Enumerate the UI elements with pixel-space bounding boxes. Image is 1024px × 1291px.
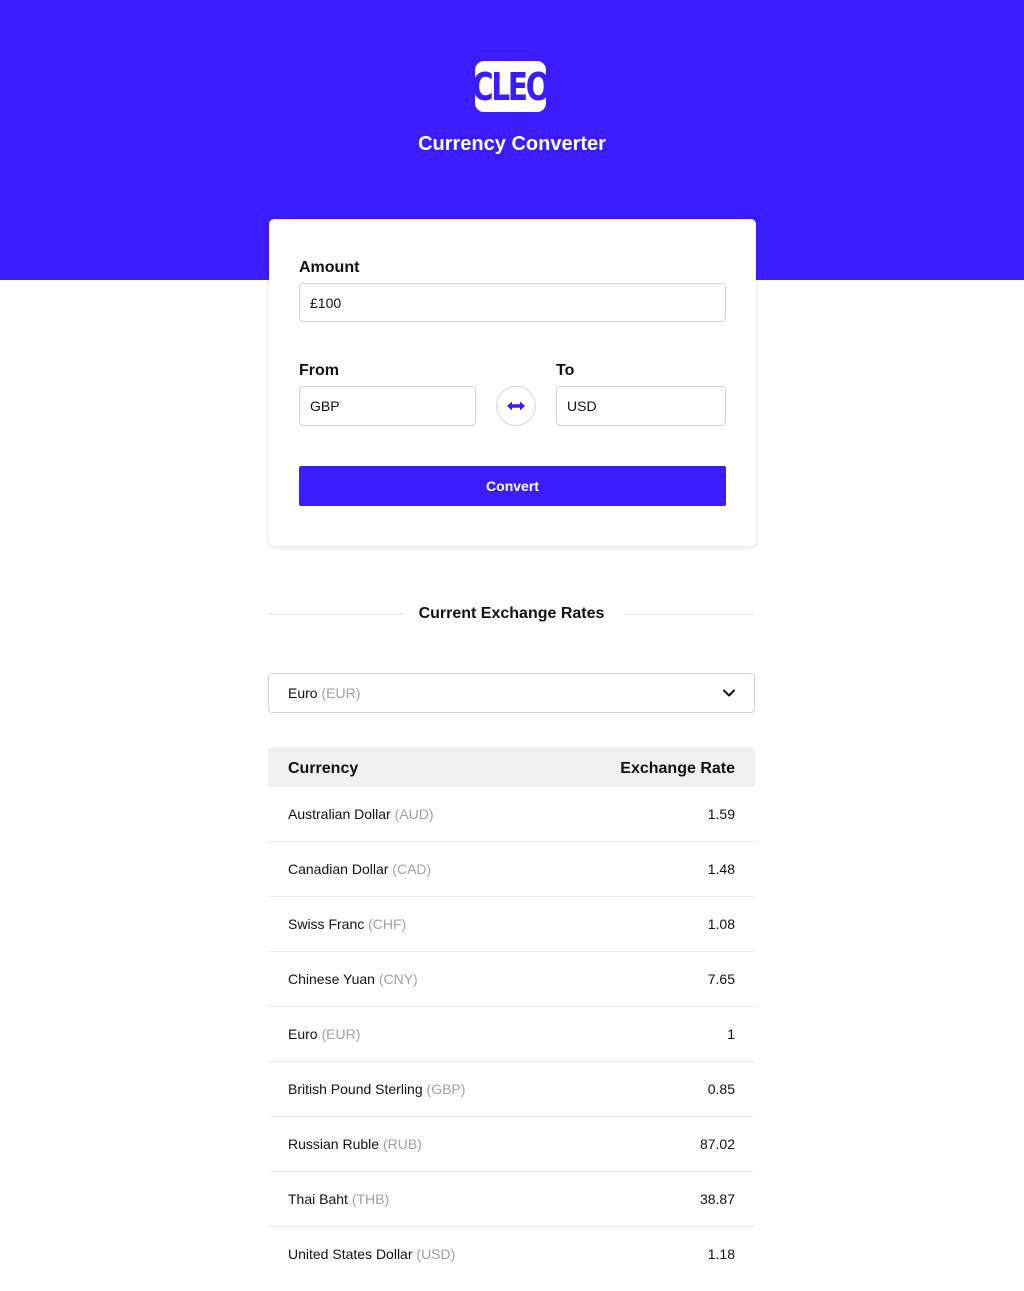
- chevron-down-icon: [723, 689, 735, 697]
- currency-code: (USD): [416, 1246, 456, 1262]
- table-row: British Pound Sterling (GBP) 0.85: [268, 1062, 755, 1117]
- currency-name: Canadian Dollar: [288, 861, 389, 877]
- column-header-rate: Exchange Rate: [620, 760, 735, 777]
- table-row: Euro (EUR) 1: [268, 1007, 755, 1062]
- rate-cell: 1.48: [707, 861, 735, 877]
- rate-cell: 0.85: [707, 1081, 735, 1097]
- converter-card: Amount £100 From GBP To USD Convert: [269, 219, 756, 546]
- table-row: Russian Ruble (RUB) 87.02: [268, 1117, 755, 1172]
- currency-cell: Euro (EUR): [288, 1026, 360, 1042]
- currency-code: (CAD): [392, 861, 432, 877]
- currency-cell: Chinese Yuan (CNY): [288, 971, 418, 987]
- currency-cell: United States Dollar (USD): [288, 1246, 455, 1262]
- currency-code: (CNY): [378, 971, 418, 987]
- rates-table-body: Australian Dollar (AUD) 1.59 Canadian Do…: [268, 787, 755, 1282]
- currency-cell: Swiss Franc (CHF): [288, 916, 406, 932]
- currency-code: (GBP): [426, 1081, 466, 1097]
- base-currency-name: Euro: [288, 685, 318, 701]
- table-row: United States Dollar (USD) 1.18: [268, 1227, 755, 1282]
- from-currency-input[interactable]: GBP: [299, 386, 476, 426]
- currency-code: (CHF): [368, 916, 407, 932]
- currency-cell: Australian Dollar (AUD): [288, 806, 434, 822]
- currency-name: Thai Baht: [288, 1191, 348, 1207]
- to-currency-input[interactable]: USD: [556, 386, 726, 426]
- amount-input[interactable]: £100: [299, 283, 726, 322]
- page-title: Currency Converter: [418, 133, 606, 155]
- currency-cell: Canadian Dollar (CAD): [288, 861, 431, 877]
- rate-cell: 1.59: [707, 806, 735, 822]
- table-row: Swiss Franc (CHF) 1.08: [268, 897, 755, 952]
- rate-cell: 1.08: [707, 916, 735, 932]
- rate-cell: 38.87: [699, 1191, 735, 1207]
- currency-cell: Russian Ruble (RUB): [288, 1136, 422, 1152]
- rates-table-header: Currency Exchange Rate: [268, 747, 755, 787]
- currency-code: (RUB): [382, 1136, 422, 1152]
- currency-cell: Thai Baht (THB): [288, 1191, 389, 1207]
- currency-name: British Pound Sterling: [288, 1081, 423, 1097]
- currency-name: Chinese Yuan: [288, 971, 375, 987]
- currency-code: (THB): [351, 1191, 390, 1207]
- swap-button[interactable]: [496, 386, 536, 426]
- from-currency-value: GBP: [310, 398, 340, 414]
- currency-name: Australian Dollar: [288, 806, 391, 822]
- rate-cell: 87.02: [699, 1136, 735, 1152]
- cleo-logo: CLEO: [472, 61, 551, 112]
- currency-name: Swiss Franc: [288, 916, 365, 932]
- to-label: To: [556, 362, 575, 379]
- currency-cell: British Pound Sterling (GBP): [288, 1081, 465, 1097]
- swap-horizontal-icon: [507, 401, 525, 411]
- to-currency-value: USD: [567, 398, 597, 414]
- column-header-currency: Currency: [288, 760, 359, 777]
- currency-code: (AUD): [394, 806, 434, 822]
- from-label: From: [299, 362, 339, 379]
- rate-cell: 7.65: [707, 971, 735, 987]
- currency-name: Euro: [288, 1026, 318, 1042]
- base-currency-code: (EUR): [321, 685, 361, 701]
- currency-code: (EUR): [321, 1026, 361, 1042]
- currency-name: Russian Ruble: [288, 1136, 380, 1152]
- table-row: Chinese Yuan (CNY) 7.65: [268, 952, 755, 1007]
- table-row: Canadian Dollar (CAD) 1.48: [268, 842, 755, 897]
- currency-name: United States Dollar: [288, 1246, 413, 1262]
- table-row: Australian Dollar (AUD) 1.59: [268, 787, 755, 842]
- amount-value: £100: [310, 294, 342, 311]
- amount-label: Amount: [299, 259, 360, 276]
- rates-heading: Current Exchange Rates: [268, 604, 755, 626]
- table-row: Thai Baht (THB) 38.87: [268, 1172, 755, 1227]
- base-currency-select[interactable]: Euro (EUR): [268, 673, 755, 713]
- convert-button[interactable]: Convert: [299, 466, 726, 506]
- rate-cell: 1.18: [707, 1246, 735, 1262]
- rate-cell: 1: [727, 1026, 735, 1042]
- logo-text: CLEO: [472, 64, 551, 109]
- divider-right: [624, 614, 755, 615]
